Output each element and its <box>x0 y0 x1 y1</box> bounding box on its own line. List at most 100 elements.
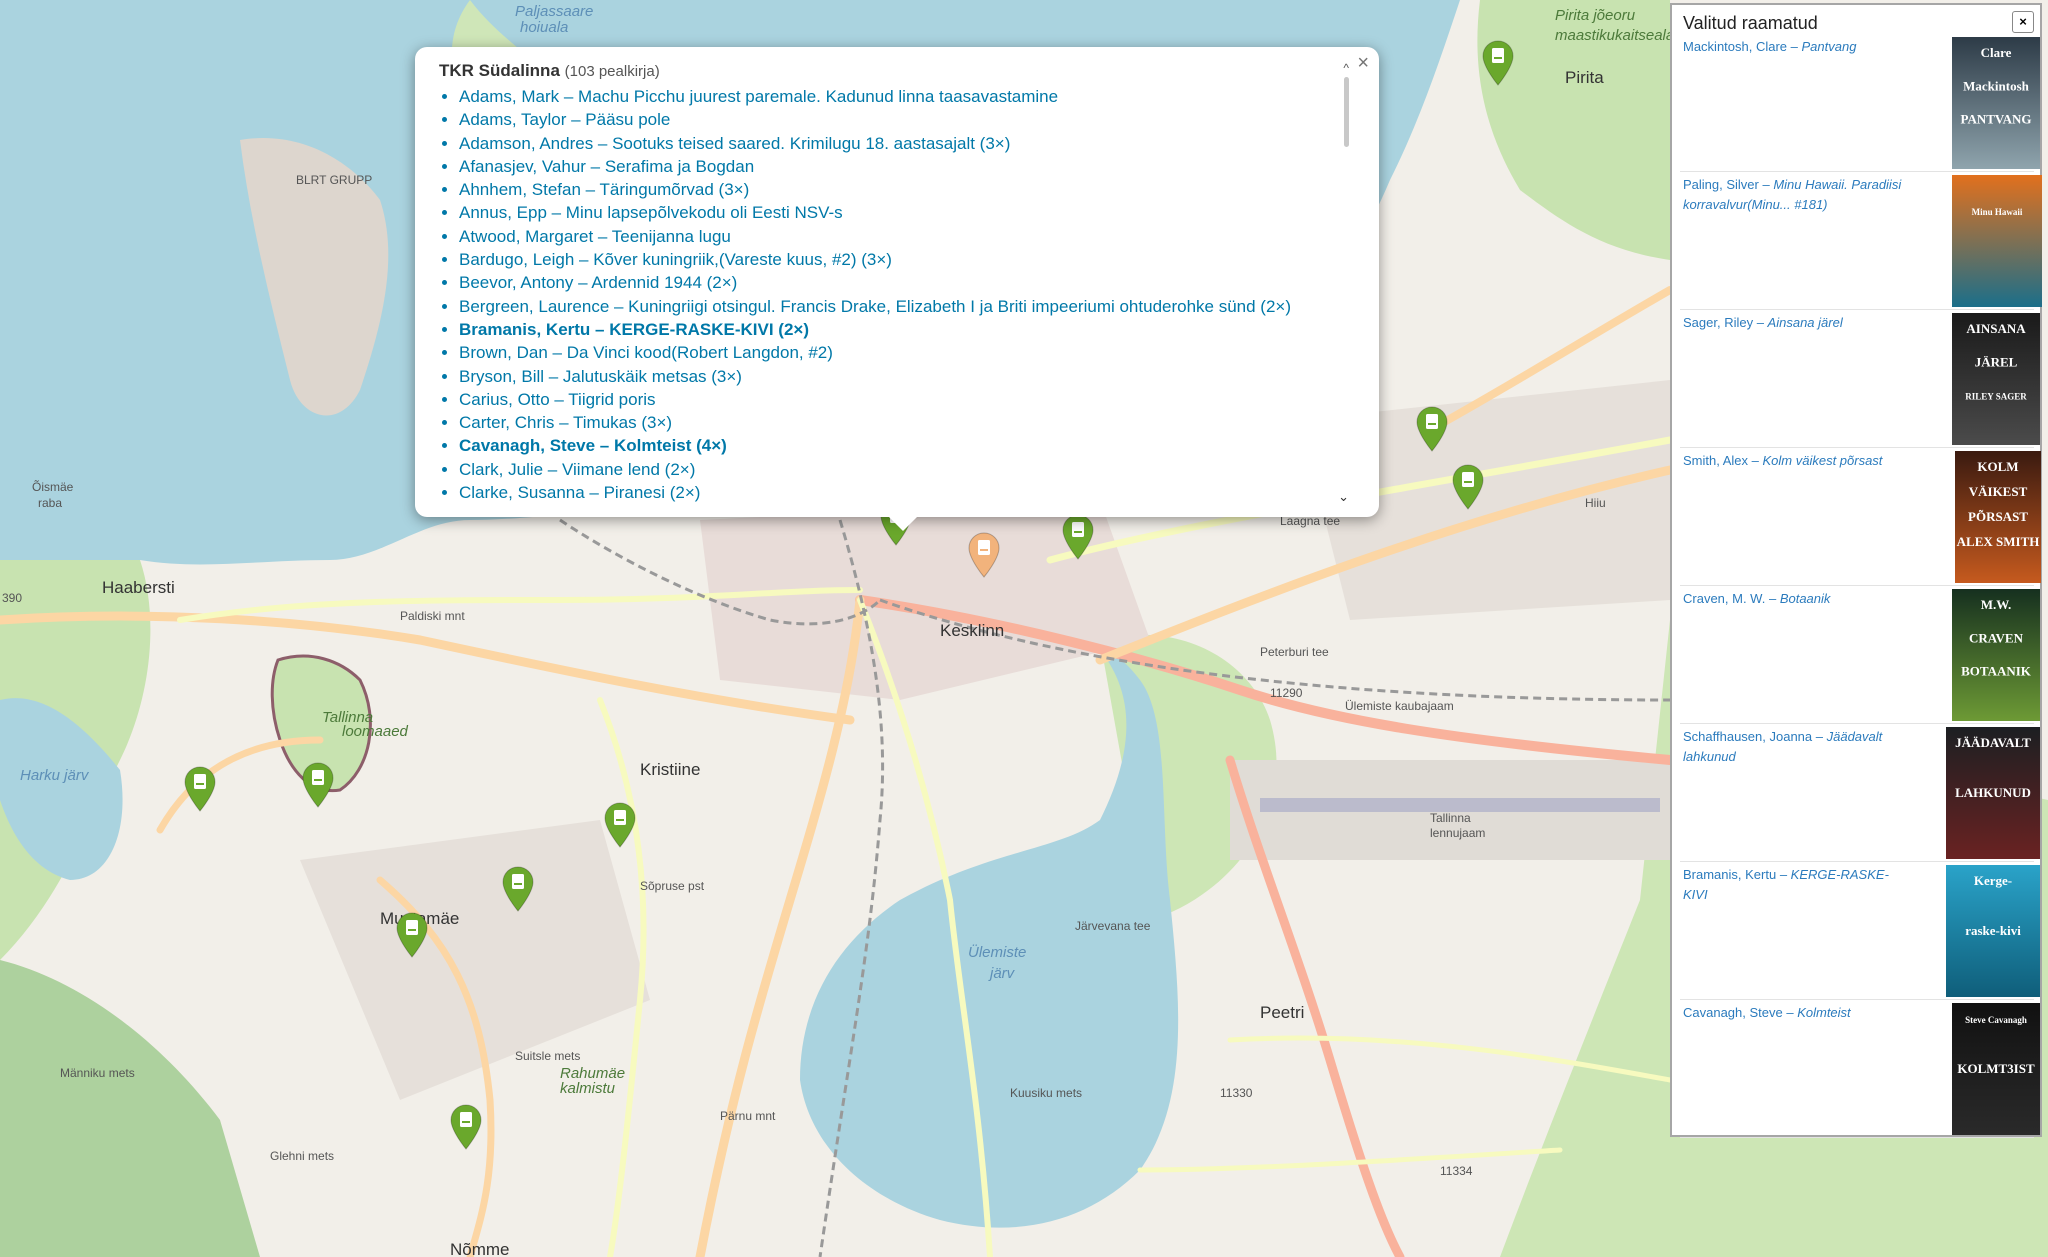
map-label: Sõpruse pst <box>640 879 705 893</box>
cover-text: PANTVANG <box>1960 112 2031 127</box>
book-list-item-text[interactable]: Clark, Julie – Viimane lend (2×) <box>459 460 695 479</box>
book-list-item[interactable]: Bramanis, Kertu – KERGE-RASKE-KIVI (2×) <box>459 318 1339 341</box>
map-label: maastikukaitseala <box>1555 27 1674 44</box>
book-list-item-text[interactable]: Bramanis, Kertu – KERGE-RASKE-KIVI (2×) <box>459 320 809 339</box>
library-map-marker[interactable] <box>395 912 429 958</box>
book-list-item[interactable]: Annus, Epp – Minu lapsepõlvekodu oli Ees… <box>459 201 1339 224</box>
cover-text: JÄREL <box>1975 354 2018 369</box>
selected-book-row[interactable]: Sager, Riley – Ainsana järel AINSANA JÄREL… <box>1680 313 2040 448</box>
selected-book-text[interactable]: Bramanis, Kertu – KERGE-RASKE-KIVI <box>1683 865 1913 905</box>
book-cover-image[interactable]: M.W. CRAVEN BOTAANIK <box>1952 589 2040 721</box>
book-list-item[interactable]: Brown, Dan – Da Vinci kood(Robert Langdo… <box>459 341 1339 364</box>
book-list-item[interactable]: Bryson, Bill – Jalutuskäik metsas (3×) <box>459 365 1339 388</box>
popup-close-button[interactable]: × <box>1357 53 1369 73</box>
book-list-item-text[interactable]: Carter, Chris – Timukas (3×) <box>459 413 672 432</box>
book-list-item-text[interactable]: Bryson, Bill – Jalutuskäik metsas (3×) <box>459 367 742 386</box>
selected-book-row[interactable]: Smith, Alex – Kolm väikest põrsast KOLM VÄ… <box>1680 451 2041 586</box>
book-list-item-text[interactable]: Adams, Mark – Machu Picchu juurest parem… <box>459 87 1058 106</box>
library-map-marker[interactable] <box>501 866 535 912</box>
book-list-item[interactable]: Adams, Mark – Machu Picchu juurest parem… <box>459 85 1339 108</box>
library-map-marker[interactable] <box>1415 406 1449 452</box>
selected-book-row[interactable]: Bramanis, Kertu – KERGE-RASKE-KIVI Kerge-… <box>1680 865 2040 1000</box>
cover-text: raske-kivi <box>1965 923 2021 938</box>
library-map-marker[interactable] <box>183 766 217 812</box>
book-list-item-text[interactable]: Adams, Taylor – Pääsu pole <box>459 110 670 129</box>
book-list-item[interactable]: Cavanagh, Steve – Kolmteist (4×) <box>459 434 1339 457</box>
selected-book-row[interactable]: Paling, Silver – Minu Hawaii. Paradiisi … <box>1680 175 2042 310</box>
book-cover-image[interactable]: Kerge-raske-kivi <box>1946 865 2040 997</box>
selected-book-row[interactable]: Craven, M. W. – Botaanik M.W. CRAVEN BOTAAN… <box>1680 589 2040 724</box>
library-map-marker[interactable] <box>603 802 637 848</box>
map-label: Paljassaare <box>515 3 593 20</box>
library-map-marker[interactable] <box>301 762 335 808</box>
book-list-item[interactable]: Clarke, Susanna – Piranesi (2×) <box>459 481 1339 504</box>
book-list-item-text[interactable]: Atwood, Margaret – Teenijanna lugu <box>459 227 731 246</box>
book-list-item[interactable]: Adams, Taylor – Pääsu pole <box>459 108 1339 131</box>
book-list-item-text[interactable]: Bardugo, Leigh – Kõver kuningriik,(Vares… <box>459 250 892 269</box>
selected-book-text[interactable]: Paling, Silver – Minu Hawaii. Paradiisi … <box>1683 175 1913 215</box>
book-list-item[interactable]: Afanasjev, Vahur – Serafima ja Bogdan <box>459 155 1339 178</box>
book-list-item[interactable]: Adamson, Andres – Sootuks teised saared.… <box>459 132 1339 155</box>
book-list-item[interactable]: Carius, Otto – Tiigrid poris <box>459 388 1339 411</box>
library-map-marker[interactable] <box>1481 40 1515 86</box>
panel-close-button[interactable]: × <box>2012 11 2034 33</box>
scroll-down-icon[interactable]: ⌄ <box>1338 489 1349 505</box>
book-list-item[interactable]: Clark, Julie – Viimane lend (2×) <box>459 458 1339 481</box>
selected-book-row[interactable]: Schaffhausen, Joanna – Jäädavalt lahkunu… <box>1680 727 2040 862</box>
book-list-item-text[interactable]: Brown, Dan – Da Vinci kood(Robert Langdo… <box>459 343 833 362</box>
popup-scrollbar[interactable] <box>1344 77 1349 147</box>
selected-book-text[interactable]: Smith, Alex – Kolm väikest põrsast <box>1683 451 1913 471</box>
map-pin-book-icon <box>968 532 1000 578</box>
map-label: Järvevana tee <box>1075 919 1151 933</box>
book-cover-image[interactable]: JÄÄDAVALT LAHKUNUD <box>1946 727 2040 859</box>
book-cover-image[interactable]: Minu Hawaii <box>1952 175 2042 307</box>
book-list-item[interactable]: Atwood, Margaret – Teenijanna lugu <box>459 225 1339 248</box>
book-list-item[interactable]: Bergreen, Laurence – Kuningriigi otsingu… <box>459 295 1339 318</box>
library-popup: × TKR Südalinna (103 pealkirja) Adams, M… <box>415 47 1379 531</box>
book-list-item-text[interactable]: Carius, Otto – Tiigrid poris <box>459 390 656 409</box>
book-list-item-text[interactable]: Annus, Epp – Minu lapsepõlvekodu oli Ees… <box>459 203 843 222</box>
scroll-up-icon[interactable]: ^ <box>1343 61 1349 75</box>
book-list-item-text[interactable]: Ahnhem, Stefan – Täringumõrvad (3×) <box>459 180 749 199</box>
selected-book-row[interactable]: Mackintosh, Clare – Pantvang Clare Mackint… <box>1680 37 2040 172</box>
cover-text: Clare <box>1981 45 2012 60</box>
book-title-list: Adams, Mark – Machu Picchu juurest parem… <box>439 85 1339 504</box>
map-pin-book-icon <box>1062 514 1094 560</box>
book-list-item[interactable]: Bardugo, Leigh – Kõver kuningriik,(Vares… <box>459 248 1339 271</box>
map-label: 11334 <box>1440 1164 1473 1178</box>
cover-text: BOTAANIK <box>1961 664 2032 679</box>
selected-book-text[interactable]: Craven, M. W. – Botaanik <box>1683 589 1913 609</box>
map-label: 11290 <box>1270 686 1303 700</box>
book-list-item[interactable]: Beevor, Antony – Ardennid 1944 (2×) <box>459 271 1339 294</box>
cover-text: M.W. <box>1981 597 2012 612</box>
book-list-item-text[interactable]: Afanasjev, Vahur – Serafima ja Bogdan <box>459 157 754 176</box>
cover-text: PÕRSAST <box>1968 509 2028 524</box>
title-count: (103 pealkirja) <box>564 63 660 80</box>
map-pin-book-icon <box>604 802 636 848</box>
map-label: Glehni mets <box>270 1149 334 1163</box>
selected-book-text[interactable]: Schaffhausen, Joanna – Jäädavalt lahkunu… <box>1683 727 1913 767</box>
book-list-item-text[interactable]: Cavanagh, Steve – Kolmteist (4×) <box>459 436 727 455</box>
library-map-marker[interactable] <box>967 532 1001 578</box>
selected-book-text[interactable]: Cavanagh, Steve – Kolmteist <box>1683 1003 1913 1023</box>
map-label: Harku järv <box>20 767 90 784</box>
map-label: Kuusiku mets <box>1010 1086 1082 1100</box>
book-list-item-text[interactable]: Beevor, Antony – Ardennid 1944 (2×) <box>459 273 737 292</box>
book-list-item-text[interactable]: Clarke, Susanna – Piranesi (2×) <box>459 483 700 502</box>
book-cover-image[interactable]: KOLM VÄIKEST PÕRSAST ALEX SMITH <box>1955 451 2041 583</box>
book-cover-image[interactable]: Clare Mackintosh PANTVANG <box>1952 37 2040 169</box>
library-map-marker[interactable] <box>449 1104 483 1150</box>
map-label: Ülemiste <box>968 943 1026 961</box>
library-map-marker[interactable] <box>1061 514 1095 560</box>
library-map-marker[interactable] <box>1451 464 1485 510</box>
book-list-item[interactable]: Ahnhem, Stefan – Täringumõrvad (3×) <box>459 178 1339 201</box>
book-cover-image[interactable]: Steve Cavanagh KOLMT3IST <box>1952 1003 2040 1135</box>
book-list-item-text[interactable]: Bergreen, Laurence – Kuningriigi otsingu… <box>459 297 1291 316</box>
cover-text: KOLMT3IST <box>1957 1061 2035 1076</box>
book-list-item-text[interactable]: Adamson, Andres – Sootuks teised saared.… <box>459 134 1010 153</box>
selected-book-text[interactable]: Sager, Riley – Ainsana järel <box>1683 313 1913 333</box>
book-list-item[interactable]: Carter, Chris – Timukas (3×) <box>459 411 1339 434</box>
book-cover-image[interactable]: AINSANA JÄREL RILEY SAGER <box>1952 313 2040 445</box>
selected-book-row[interactable]: Cavanagh, Steve – Kolmteist Steve Cavanag… <box>1680 1003 2040 1138</box>
selected-book-text[interactable]: Mackintosh, Clare – Pantvang <box>1683 37 1913 57</box>
